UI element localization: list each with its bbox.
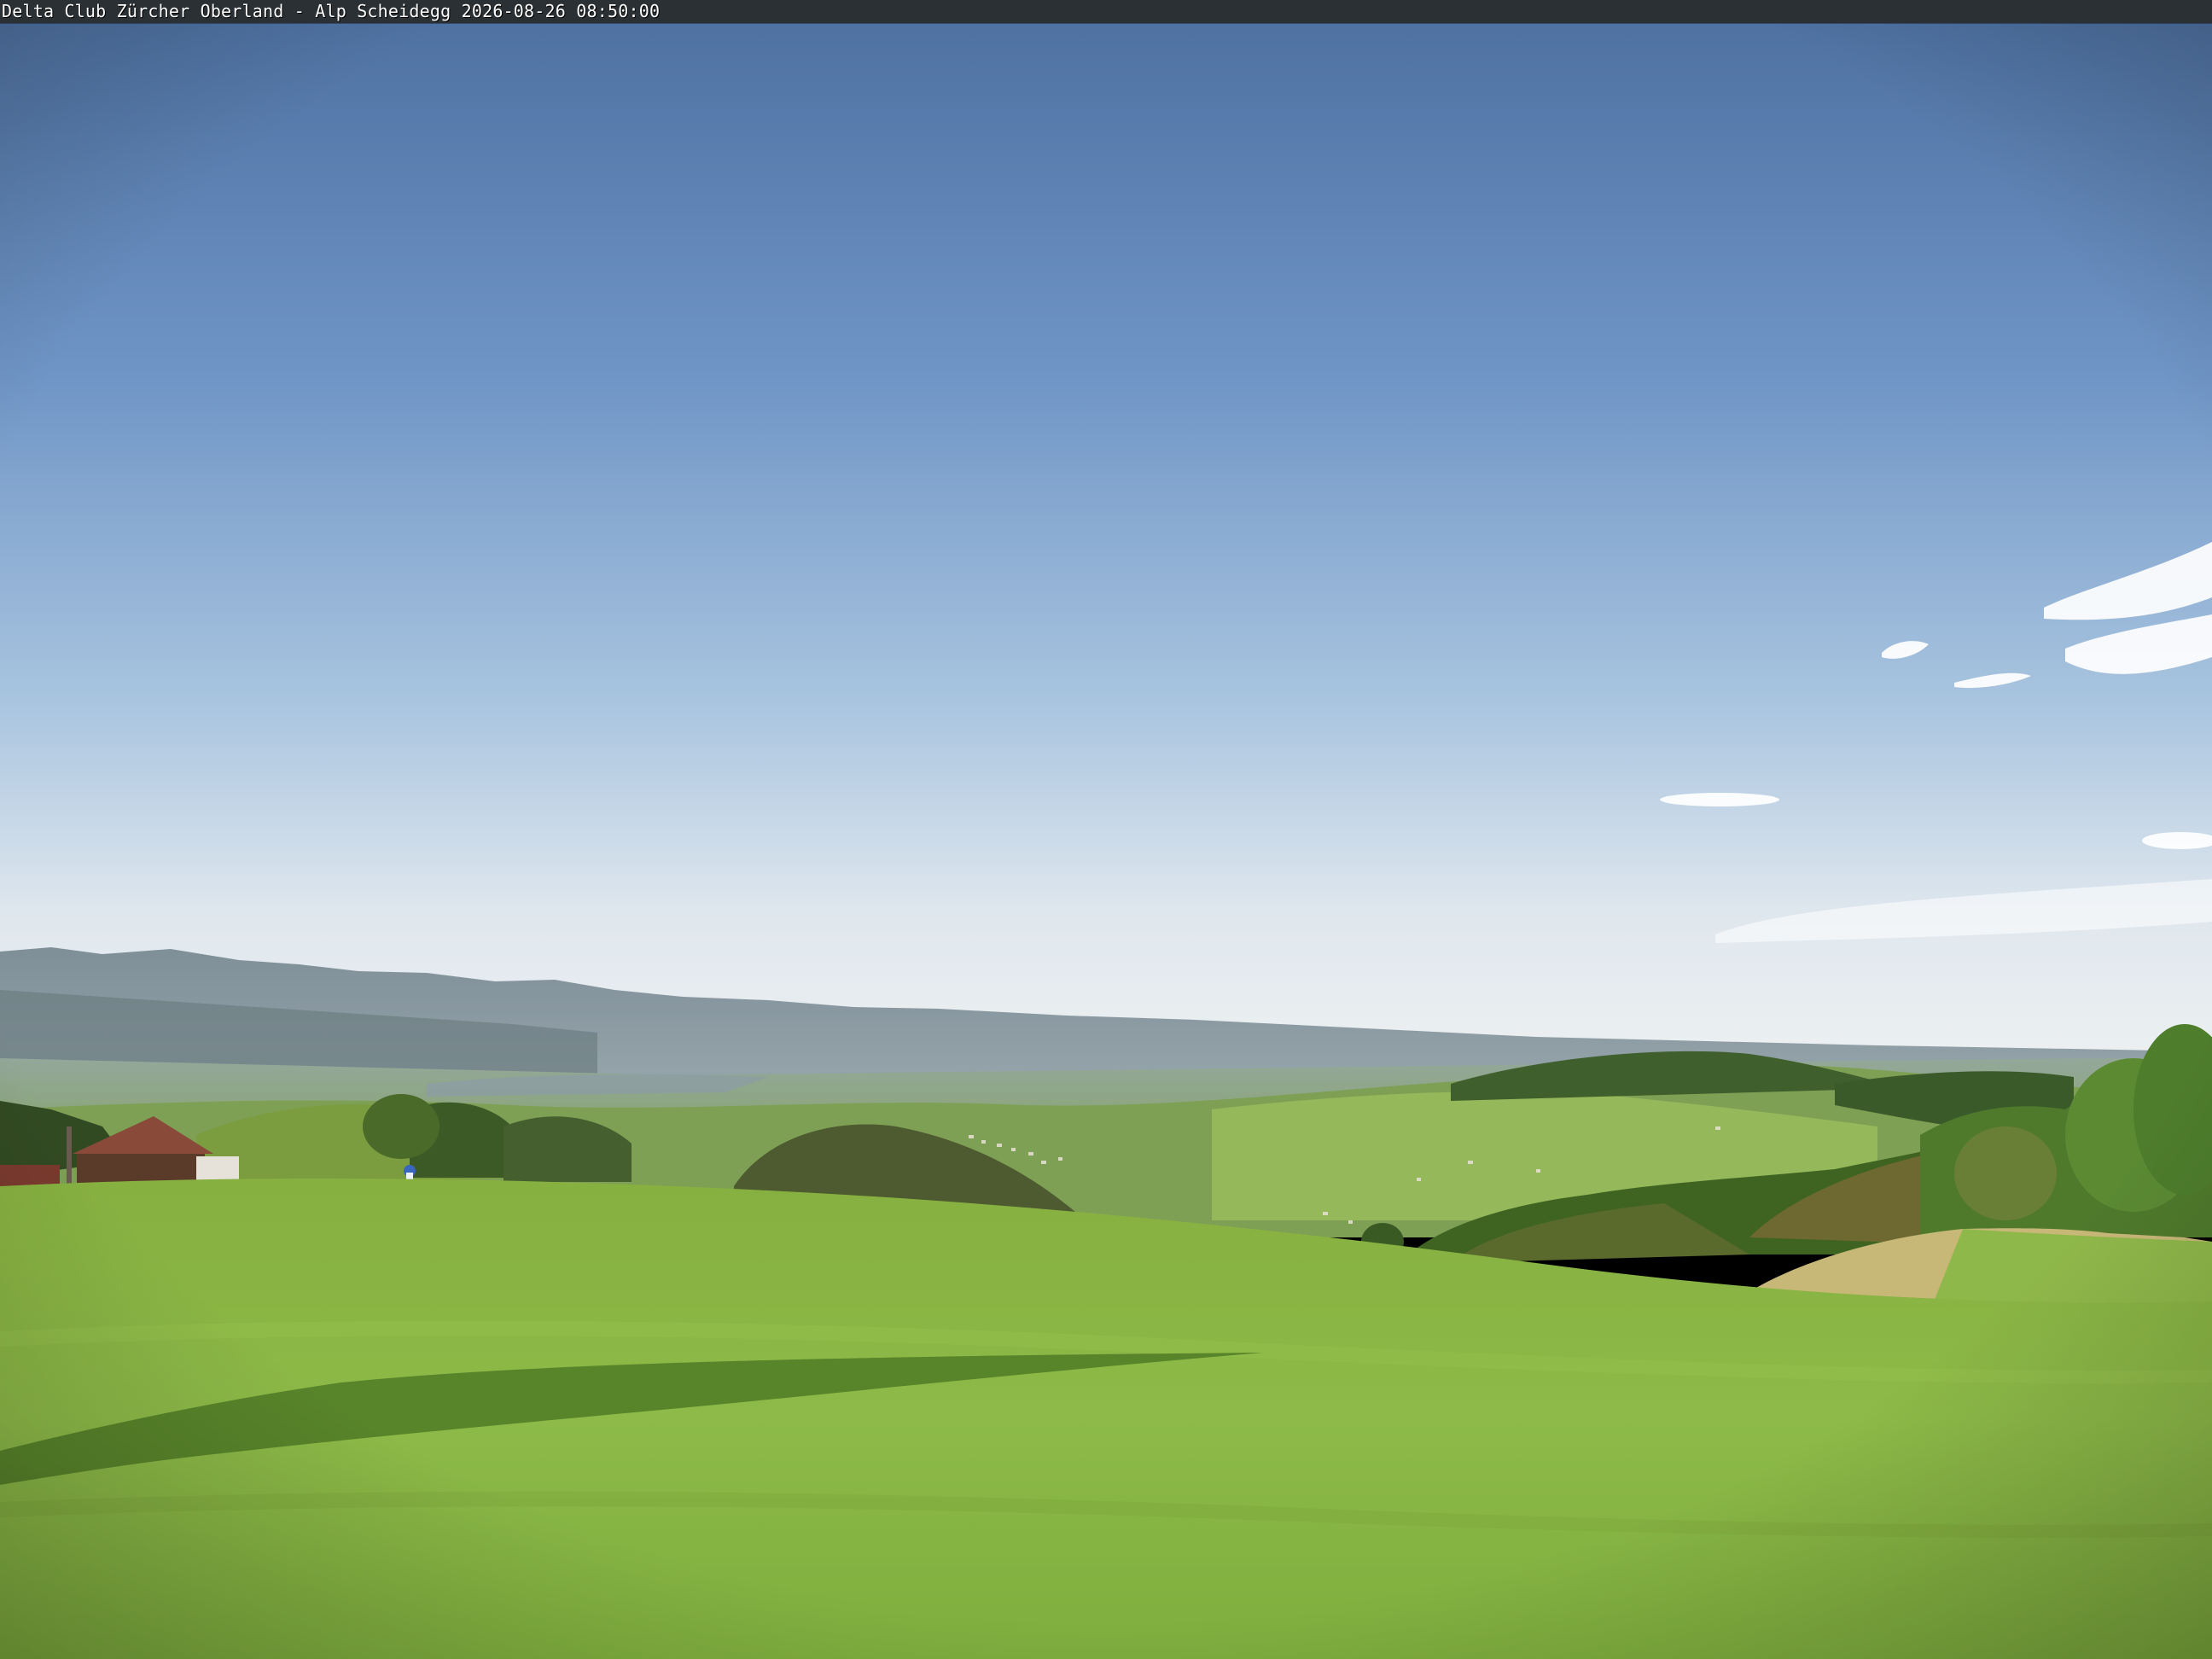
webcam-frame: Delta Club Zürcher Oberland - Alp Scheid… (0, 0, 2212, 1659)
webcam-caption: Delta Club Zürcher Oberland - Alp Scheid… (2, 1, 661, 21)
caption-bar: Delta Club Zürcher Oberland - Alp Scheid… (0, 0, 2212, 23)
webcam-image (0, 0, 2212, 1659)
